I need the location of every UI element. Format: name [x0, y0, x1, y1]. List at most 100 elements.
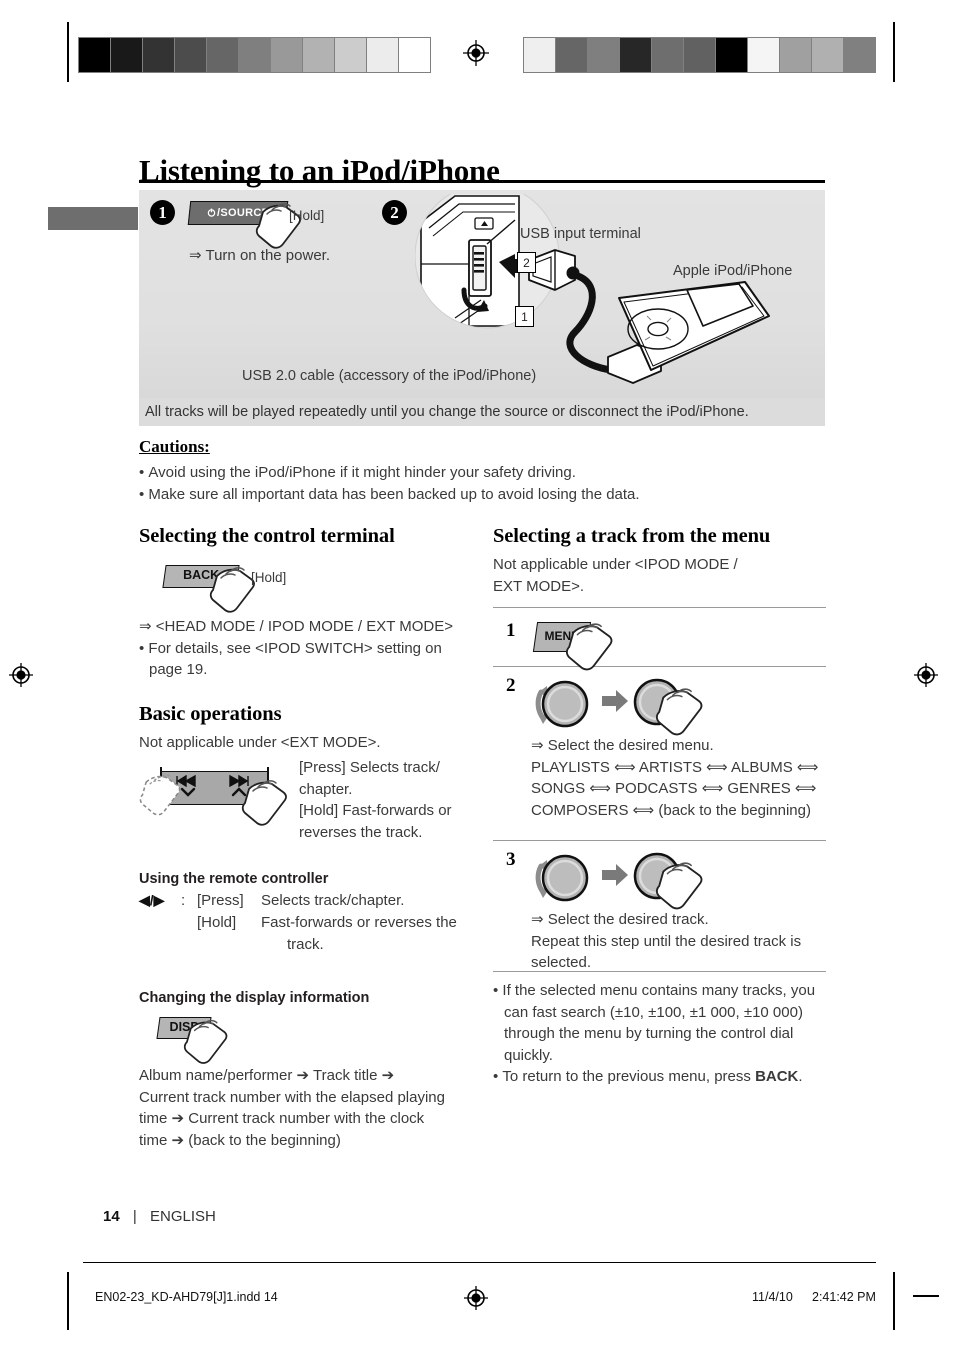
step-1: 1 MENU: [493, 608, 826, 671]
crop-mark-top-left-v: [67, 22, 69, 82]
step-3-repeat-l1: Repeat this step until the desired track…: [531, 932, 802, 950]
calibration-swatch: [79, 38, 111, 72]
crop-mark-right-edge: [913, 1295, 939, 1297]
callout-numbox-1: 1: [515, 306, 534, 327]
step1-result: ⇒ Turn on the power.: [189, 246, 330, 264]
menu-chain-line-1: PLAYLISTS ⟺ ARTISTS ⟺ ALBUMS ⟺: [531, 758, 819, 776]
callout-usb-cable: USB 2.0 cable (accessory of the iPod/iPh…: [242, 368, 537, 384]
remote-press-text: Selects track/chapter.: [261, 892, 405, 909]
margin-tab: [48, 207, 138, 230]
disp-button[interactable]: DISP: [156, 1017, 212, 1039]
callout-usb-input-terminal: USB input terminal: [520, 226, 641, 242]
usb-connection-illustration: [415, 194, 770, 384]
callout-numbox-2: 2: [517, 252, 536, 273]
calibration-swatch: [175, 38, 207, 72]
caution-item: • Make sure all important data has been …: [139, 486, 640, 503]
basic-operations-descriptions: [Press] Selects track/ chapter. [Hold] F…: [299, 759, 452, 841]
hero-figure: 1 /SOURCE [Hold] ⇒ Turn on the power. 2: [139, 190, 825, 425]
back-button[interactable]: BACK: [162, 565, 240, 588]
power-source-button[interactable]: /SOURCE: [187, 201, 289, 225]
page-number: 14: [103, 1208, 120, 1225]
dial-turn-icon[interactable]: [531, 672, 595, 736]
hero-note: All tracks will be played repeatedly unt…: [139, 398, 825, 426]
chevron-down-icon: [180, 787, 196, 797]
registration-mark-bottom: [463, 1285, 489, 1311]
subheading-remote-controller: Using the remote controller: [139, 871, 329, 887]
calibration-swatch: [271, 38, 303, 72]
calibration-swatch: [780, 38, 812, 72]
arrow-right-icon: [601, 689, 629, 717]
display-sequence: Album name/performer ➔ Track title ➔ Cur…: [139, 1067, 445, 1149]
remote-hold-label: [Hold]: [197, 914, 237, 931]
cautions-heading: Cautions:: [139, 437, 210, 456]
step-marker-2: 2: [382, 200, 407, 225]
hold-label-power: [Hold]: [289, 208, 325, 223]
dial-turn-icon[interactable]: [531, 846, 595, 910]
arrow-right-icon: [601, 863, 629, 891]
page-title: Listening to an iPod/iPhone: [139, 152, 500, 188]
manual-page: Listening to an iPod/iPhone 1 /SOURCE [H…: [0, 0, 954, 1354]
disp-button-label: DISP: [169, 1020, 199, 1034]
section-heading-select-track: Selecting a track from the menu: [493, 525, 771, 547]
control-terminal-result: ⇒ <HEAD MODE / IPOD MODE / EXT MODE>: [139, 617, 454, 635]
calibration-swatch: [207, 38, 239, 72]
title-divider: [139, 180, 825, 183]
printer-time: 2:41:42 PM: [812, 1290, 876, 1304]
printer-filename: EN02-23_KD-AHD79[J]1.indd 14: [95, 1290, 278, 1304]
chevron-up-icon: [231, 787, 247, 797]
remote-hold-text-l2: track.: [287, 936, 324, 953]
double-arrow-icon: ⇒: [139, 617, 152, 635]
step-marker-1: 1: [150, 200, 175, 225]
step-3: 3 ⇒ Select the desired track. Repeat thi…: [493, 841, 826, 971]
registration-mark-top: [463, 40, 489, 66]
calibration-strip-right: [523, 37, 876, 73]
section-heading-basic-operations: Basic operations: [139, 702, 282, 725]
calibration-swatch: [652, 38, 684, 72]
printer-date: 11/4/10: [752, 1290, 793, 1304]
calibration-strip-left: [78, 37, 431, 73]
menu-button[interactable]: MENU: [532, 622, 592, 652]
remote-colon: :: [181, 892, 186, 909]
dial-press-icon[interactable]: [631, 672, 687, 730]
right-column: Selecting a track from the menu Not appl…: [493, 525, 826, 1088]
control-terminal-bullet: • For details, see <IPOD SWITCH> setting…: [139, 639, 442, 679]
remote-left-right-keys: ◀/▶: [139, 892, 165, 908]
step1-result-text: Turn on the power.: [205, 247, 331, 264]
basic-operations-note: Not applicable under <EXT MODE>.: [139, 733, 381, 751]
page-footer: 14 | ENGLISH: [103, 1208, 216, 1225]
calibration-swatch: [111, 38, 143, 72]
calibration-swatch: [716, 38, 748, 72]
calibration-swatch: [684, 38, 716, 72]
calibration-swatch: [303, 38, 335, 72]
calibration-swatch: [335, 38, 367, 72]
step-3-repeat-l2: selected.: [531, 954, 592, 971]
remote-press-label: [Press]: [197, 892, 244, 909]
step-3-description: ⇒ Select the desired track. Repeat this …: [531, 909, 831, 974]
footer-divider: [83, 1262, 876, 1263]
calibration-swatch: [620, 38, 652, 72]
left-column: Selecting the control terminal BACK [Hol…: [139, 525, 469, 1151]
menu-chain-line-2: SONGS ⟺ PODCASTS ⟺ GENRES ⟺: [531, 780, 817, 797]
crop-mark-bottom-right-v: [893, 1272, 895, 1330]
calibration-swatch: [748, 38, 780, 72]
previous-track-icon[interactable]: [176, 775, 198, 787]
next-track-icon[interactable]: [227, 775, 249, 787]
step-1-number: 1: [506, 620, 516, 641]
calibration-swatch: [844, 38, 875, 72]
calibration-swatch: [239, 38, 271, 72]
calibration-swatch: [556, 38, 588, 72]
footer-language: ENGLISH: [150, 1208, 216, 1225]
calibration-swatch: [367, 38, 399, 72]
dial-press-icon[interactable]: [631, 846, 687, 904]
menu-chain-line-3: COMPOSERS ⟺ (back to the beginning): [531, 801, 811, 819]
footer-separator: |: [132, 1208, 137, 1225]
right-bullet-2: • To return to the previous menu, press …: [493, 1068, 803, 1085]
right-bullet-1: • If the selected menu contains many tra…: [493, 982, 816, 1064]
step-3-number: 3: [506, 849, 516, 870]
subheading-display-information: Changing the display information: [139, 990, 370, 1006]
crop-mark-top-right-v: [893, 22, 895, 82]
calibration-swatch: [588, 38, 620, 72]
double-arrow-icon: ⇒: [531, 910, 544, 928]
back-keyword: BACK: [755, 1068, 799, 1085]
callout-apple-ipod-iphone: Apple iPod/iPhone: [673, 263, 793, 279]
